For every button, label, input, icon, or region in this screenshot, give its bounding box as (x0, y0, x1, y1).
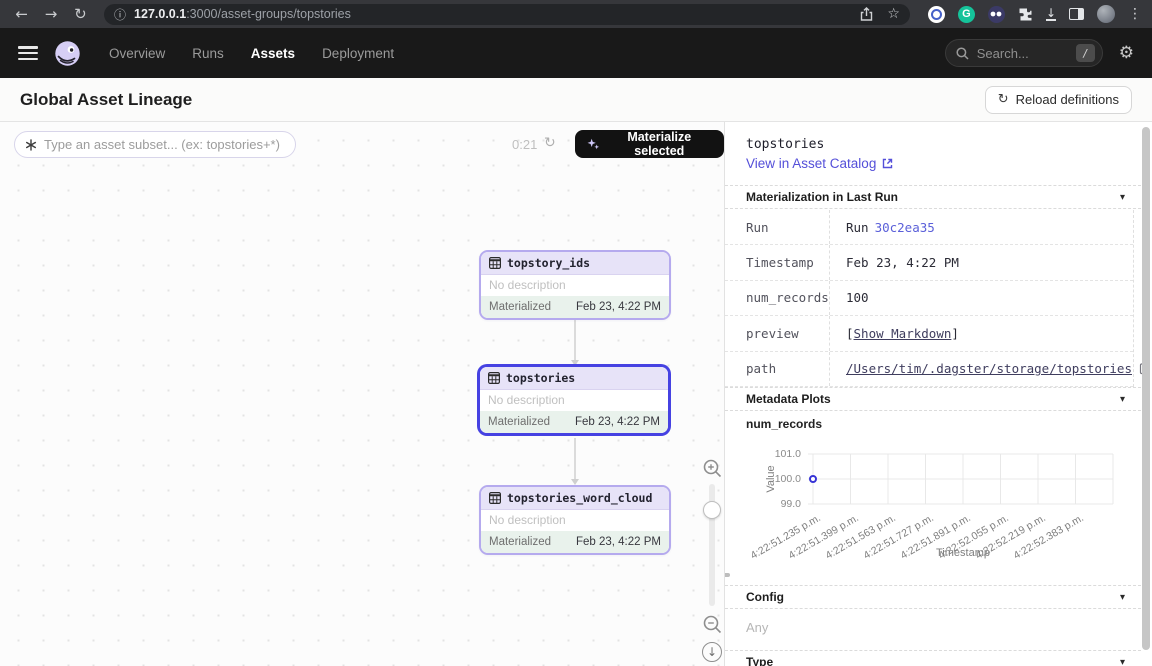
password-manager-extension-icon[interactable] (928, 6, 945, 23)
metadata-row-path: path /Users/tim/.dagster/storage/topstor… (725, 352, 1133, 387)
browser-profile-avatar[interactable] (1097, 5, 1115, 23)
section-type[interactable]: Type ▾ (725, 650, 1141, 666)
node-timestamp: Feb 23, 4:22 PM (576, 536, 661, 548)
table-icon (489, 257, 501, 269)
asset-subset-input[interactable] (44, 137, 285, 152)
asset-subset-icon (25, 139, 37, 151)
reload-definitions-button[interactable]: ↻ Reload definitions (985, 86, 1132, 114)
config-value: Any (746, 620, 768, 635)
nav-tab-runs[interactable]: Runs (192, 46, 224, 61)
zoom-in-icon[interactable] (702, 458, 723, 479)
node-description: No description (481, 510, 669, 531)
metadata-row-num-records: num_records 100 (725, 281, 1133, 316)
side-panel-icon[interactable] (1069, 8, 1084, 20)
timer-refresh-icon[interactable]: ↻ (544, 135, 556, 151)
edge-topstory-ids-to-topstories (574, 319, 576, 360)
bookmark-star-icon[interactable]: ☆ (887, 6, 900, 22)
section-config[interactable]: Config ▾ (725, 585, 1141, 609)
nav-tabs: Overview Runs Assets Deployment (109, 46, 394, 61)
refresh-timer: 0:21 (512, 137, 537, 152)
app-nav-bar: Overview Runs Assets Deployment Search..… (0, 28, 1152, 78)
extensions-row: G ↓ ⋮ (928, 5, 1142, 23)
run-id-link[interactable]: 30c2ea35 (875, 220, 935, 235)
node-status: Materialized (488, 416, 550, 428)
view-in-asset-catalog-link[interactable]: View in Asset Catalog (746, 156, 893, 171)
materialize-selected-button[interactable]: Materialize selected (575, 130, 724, 158)
section-metadata-plots[interactable]: Metadata Plots ▾ (725, 387, 1141, 411)
y-axis-label: Value (765, 465, 777, 492)
nav-tab-overview[interactable]: Overview (109, 46, 165, 61)
search-icon (956, 47, 969, 60)
asset-filter-box (14, 131, 296, 158)
panel-scrollbar-thumb[interactable] (1142, 127, 1150, 650)
zoom-out-icon[interactable] (702, 614, 723, 635)
zoom-to-fit-button[interactable]: ↓ (702, 642, 722, 662)
site-info-icon[interactable]: ⓘ (114, 6, 126, 23)
hamburger-menu-icon[interactable] (18, 46, 38, 60)
dagster-logo-icon[interactable] (54, 40, 81, 67)
browser-menu-icon[interactable]: ⋮ (1128, 6, 1142, 22)
zoom-slider-handle[interactable] (703, 501, 721, 519)
browser-forward-icon[interactable]: → (39, 5, 62, 23)
x-axis-label: Timestamp (936, 547, 990, 559)
url-path: :3000/asset-groups/topstories (186, 7, 351, 21)
asset-node-topstory-ids[interactable]: topstory_ids No description Materialized… (479, 250, 671, 320)
search-placeholder: Search... (977, 46, 1029, 61)
search-shortcut-key: / (1076, 44, 1095, 62)
caret-down-icon[interactable]: ▾ (1120, 192, 1125, 203)
page-header: Global Asset Lineage ↻ Reload definition… (0, 78, 1152, 122)
table-icon (488, 372, 500, 384)
node-description: No description (480, 390, 668, 411)
num-records-chart: 99.0100.0101.04:22:51.235 p.m.4:22:51.39… (725, 434, 1141, 584)
downloads-icon[interactable]: ↓ (1046, 8, 1056, 21)
nav-tab-assets[interactable]: Assets (251, 46, 295, 61)
metadata-row-run: Run Run 30c2ea35 (725, 210, 1133, 245)
caret-down-icon[interactable]: ▾ (1120, 657, 1125, 666)
reload-icon: ↻ (998, 92, 1009, 107)
show-markdown-link[interactable]: Show Markdown (854, 326, 952, 341)
metadata-row-preview: preview [Show Markdown] (725, 316, 1133, 351)
extensions-puzzle-icon[interactable] (1018, 7, 1033, 22)
asset-node-topstories[interactable]: topstories No description Materialized F… (478, 365, 670, 435)
node-status: Materialized (489, 301, 551, 313)
caret-down-icon[interactable]: ▾ (1120, 592, 1125, 603)
browser-reload-icon[interactable]: ↻ (69, 5, 92, 23)
dagster-app-window: ← → ↻ ⓘ 127.0.0.1:3000/asset-groups/tops… (0, 0, 1152, 666)
table-icon (489, 492, 501, 504)
settings-gear-icon[interactable]: ⚙ (1119, 43, 1134, 63)
address-bar[interactable]: ⓘ 127.0.0.1:3000/asset-groups/topstories… (104, 4, 910, 25)
plot-metric-name: num_records (746, 417, 822, 431)
share-icon[interactable] (860, 7, 873, 21)
browser-back-icon[interactable]: ← (10, 5, 33, 23)
path-link[interactable]: /Users/tim/.dagster/storage/topstories (846, 361, 1132, 376)
node-description: No description (481, 275, 669, 296)
sparkle-icon (587, 137, 600, 151)
edge-topstories-to-word-cloud (574, 438, 576, 479)
node-status: Materialized (489, 536, 551, 548)
nav-tab-deployment[interactable]: Deployment (322, 46, 394, 61)
asset-graph-canvas[interactable]: 0:21 ↻ Materialize selected topstory_ids… (0, 122, 724, 666)
goggles-extension-icon[interactable] (988, 6, 1005, 23)
browser-toolbar: ← → ↻ ⓘ 127.0.0.1:3000/asset-groups/tops… (0, 0, 1152, 28)
panel-asset-title: topstories (746, 137, 824, 152)
asset-detail-panel: topstories View in Asset Catalog Materia… (724, 122, 1152, 666)
asset-node-topstories-word-cloud[interactable]: topstories_word_cloud No description Mat… (479, 485, 671, 555)
global-search-input[interactable]: Search... / (945, 39, 1103, 67)
caret-down-icon[interactable]: ▾ (1120, 394, 1125, 405)
page-title: Global Asset Lineage (20, 90, 192, 110)
external-link-icon (882, 158, 893, 169)
url-text: 127.0.0.1:3000/asset-groups/topstories (134, 7, 351, 21)
grammarly-extension-icon[interactable]: G (958, 6, 975, 23)
metadata-row-timestamp: Timestamp Feb 23, 4:22 PM (725, 245, 1133, 280)
node-timestamp: Feb 23, 4:22 PM (575, 416, 660, 428)
node-timestamp: Feb 23, 4:22 PM (576, 301, 661, 313)
data-point (810, 476, 816, 482)
section-materialization-in-last-run[interactable]: Materialization in Last Run ▾ (725, 185, 1141, 209)
materialization-metadata-table: Run Run 30c2ea35 Timestamp Feb 23, 4:22 … (725, 210, 1134, 387)
url-host: 127.0.0.1 (134, 7, 186, 21)
